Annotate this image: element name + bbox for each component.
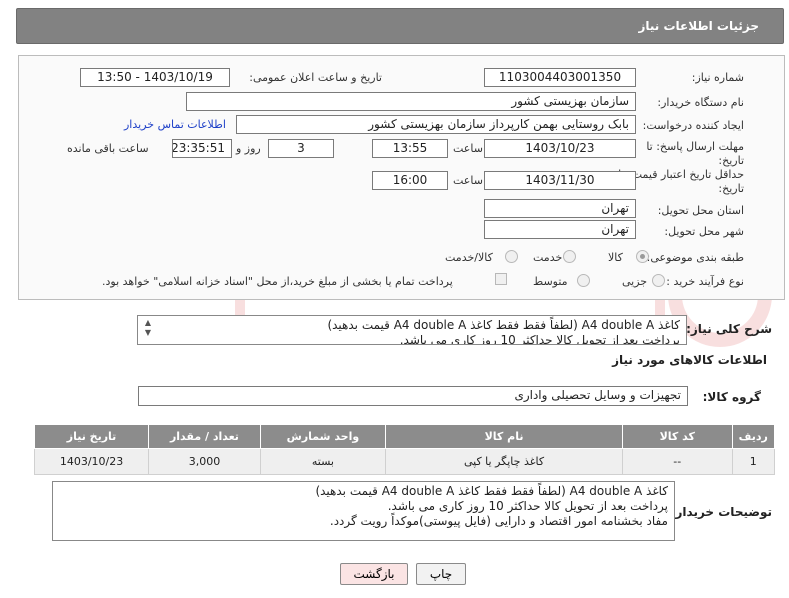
category-goods-label: کالا	[608, 251, 623, 264]
general-description-line-1: کاغذ A4 double A (لطفاً فقط فقط کاغذ A4 …	[327, 318, 680, 332]
treasury-payment-checkbox[interactable]	[495, 273, 507, 285]
general-description-label: شرح کلی نیاز:	[686, 322, 772, 336]
general-description-textarea[interactable]: کاغذ A4 double A (لطفاً فقط فقط کاغذ A4 …	[137, 315, 687, 345]
remaining-time-field: 23:35:51	[172, 139, 232, 158]
col-row-header: ردیف	[731, 424, 776, 449]
buyer-org-field: سازمان بهزیستی کشور	[186, 92, 636, 111]
reply-date-field: 1403/10/23	[484, 139, 636, 158]
creator-field: بابک روستایی بهمن کارپرداز سازمان بهزیست…	[236, 115, 636, 134]
city-field: تهران	[484, 220, 636, 239]
process-label: نوع فرآیند خرید :	[666, 275, 744, 288]
page-title: جزئیات اطلاعات نیاز	[638, 19, 759, 33]
announce-field: 1403/10/19 - 13:50	[80, 68, 230, 87]
category-service-label: خدمت	[533, 251, 563, 264]
buyer-org-label: نام دستگاه خریدار:	[657, 96, 744, 109]
process-medium-radio[interactable]	[577, 274, 590, 287]
goods-group-label: گروه کالا:	[702, 390, 761, 404]
buyer-notes-label: توضیحات خریدار:	[670, 505, 772, 519]
cell-name: کاغذ چاپگر یا کپی	[385, 448, 623, 475]
days-label: روز و	[236, 142, 261, 155]
cell-row: 1	[731, 448, 776, 475]
process-minor-label: جزیی	[622, 275, 648, 288]
cell-unit: بسته	[259, 448, 387, 475]
page-header: جزئیات اطلاعات نیاز	[16, 8, 784, 44]
general-description-line-2: پرداخت بعد از تحویل کالا حداکثر 10 روز ک…	[399, 333, 680, 345]
textarea-scroll-arrows[interactable]: ▲ ▼	[142, 318, 154, 342]
need-number-label: شماره نیاز:	[691, 71, 744, 84]
category-goods-service-radio[interactable]	[505, 250, 518, 263]
goods-table: ردیف کد کالا نام کالا واحد شمارش تعداد /…	[33, 424, 776, 475]
print-button[interactable]: چاپ	[416, 563, 466, 585]
category-goods-service-label: کالا/خدمت	[445, 251, 493, 264]
goods-info-title: اطلاعات کالاهای مورد نیاز	[612, 353, 767, 367]
treasury-payment-note: پرداخت تمام یا بخشی از مبلغ خرید،از محل …	[102, 275, 453, 288]
reply-time-label: ساعت	[453, 142, 483, 155]
buyer-notes-line-3: مفاد بخشنامه امور اقتصاد و دارایی (فایل …	[329, 514, 668, 528]
cell-code: --	[622, 448, 733, 475]
buyer-contact-link[interactable]: اطلاعات تماس خریدار	[124, 118, 226, 131]
col-unit-header: واحد شمارش	[259, 424, 387, 449]
buyer-notes-line-1: کاغذ A4 double A (لطفاً فقط فقط کاغذ A4 …	[315, 484, 668, 498]
need-number-field: 1103004403001350	[484, 68, 636, 87]
days-field: 3	[268, 139, 334, 158]
col-code-header: کد کالا	[622, 424, 733, 449]
price-validity-time-field: 16:00	[372, 171, 448, 190]
city-label: شهر محل تحویل:	[664, 225, 744, 238]
buyer-notes-line-2: پرداخت بعد از تحویل کالا حداکثر 10 روز ک…	[387, 499, 668, 513]
goods-group-field: تجهیزات و وسایل تحصیلی واداری	[138, 386, 688, 406]
col-qty-header: تعداد / مقدار	[148, 424, 261, 449]
table-row: 1 -- کاغذ چاپگر یا کپی بسته 3,000 1403/1…	[33, 448, 776, 475]
cell-qty: 3,000	[148, 448, 261, 475]
col-date-header: تاریخ نیاز	[33, 424, 150, 449]
price-validity-date-field: 1403/11/30	[484, 171, 636, 190]
remaining-label: ساعت باقی مانده	[67, 142, 149, 155]
process-minor-radio[interactable]	[652, 274, 665, 287]
buyer-notes-textarea[interactable]: کاغذ A4 double A (لطفاً فقط فقط کاغذ A4 …	[52, 481, 675, 541]
reply-deadline-label: مهلت ارسال پاسخ: تا تاریخ:	[646, 140, 744, 167]
province-label: استان محل تحویل:	[657, 204, 744, 217]
process-medium-label: متوسط	[533, 275, 568, 288]
category-service-radio[interactable]	[563, 250, 576, 263]
cell-date: 1403/10/23	[33, 448, 150, 475]
category-label: طبقه بندی موضوعی:	[646, 251, 744, 264]
creator-label: ایجاد کننده درخواست:	[642, 119, 744, 132]
category-goods-radio[interactable]	[636, 250, 649, 263]
province-field: تهران	[484, 199, 636, 218]
announce-label: تاریخ و ساعت اعلان عمومی:	[249, 71, 382, 84]
price-validity-time-label: ساعت	[453, 174, 483, 187]
reply-time-field: 13:55	[372, 139, 448, 158]
col-name-header: نام کالا	[385, 424, 623, 449]
back-button[interactable]: بازگشت	[340, 563, 408, 585]
